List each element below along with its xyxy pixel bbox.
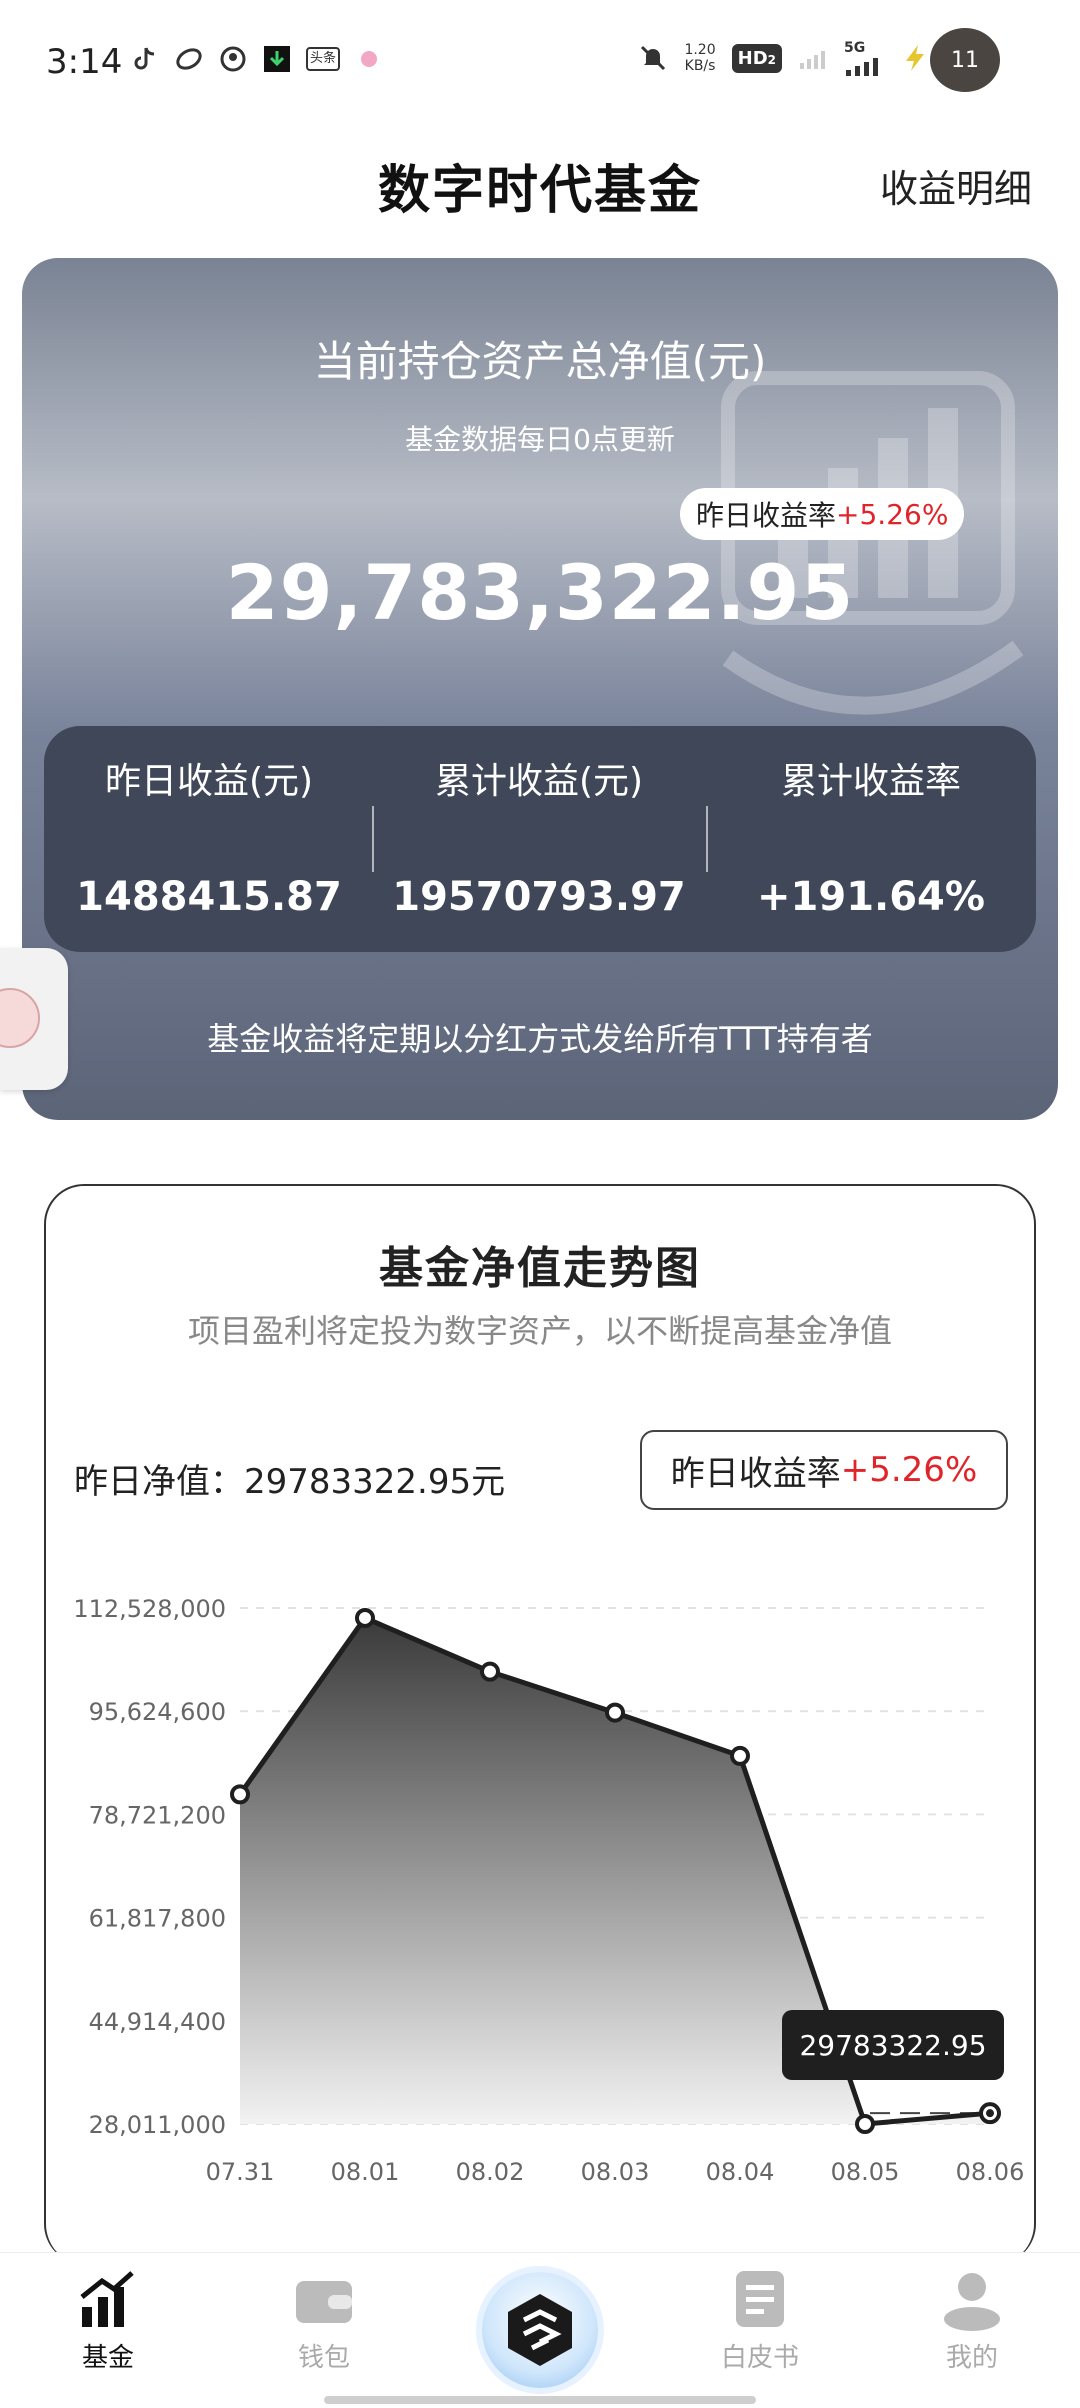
stat-label: 累计收益(元)	[434, 761, 644, 802]
mascot-icon	[0, 988, 40, 1048]
nav-item-wallet[interactable]: 钱包	[254, 2267, 394, 2374]
nav-item-whitepaper[interactable]: 白皮书	[690, 2267, 830, 2374]
wallet-icon	[296, 2281, 352, 2323]
stat-label: 累计收益率	[780, 761, 961, 802]
nav-label: 白皮书	[720, 2343, 799, 2373]
rate-label: 昨日收益率	[670, 1453, 841, 1494]
chart-title: 基金净值走势图	[379, 1243, 701, 1294]
yesterday-rate-box: 昨日收益率 +5.26%	[640, 1430, 1008, 1510]
asset-subtitle: 基金数据每日0点更新	[405, 423, 675, 456]
chart-tooltip: 29783322.95	[782, 2010, 1004, 2080]
logo-icon	[508, 2294, 572, 2366]
nav-value: 29783322.95元	[244, 1462, 506, 1502]
hd-icon: HD2	[731, 43, 782, 73]
nav-label: 我的	[945, 2343, 998, 2373]
app-icon	[220, 46, 246, 72]
status-bar: 3:14 头条 1.20 KB/s HD2 5G 11	[0, 0, 1080, 120]
nav-label: 基金	[81, 2343, 134, 2373]
tiktok-icon	[134, 47, 155, 70]
floating-side-tab[interactable]	[0, 948, 68, 1090]
home-indicator	[324, 2396, 756, 2404]
nav-item-mine[interactable]: 我的	[902, 2267, 1042, 2374]
center-logo-button[interactable]	[482, 2272, 598, 2388]
avatar[interactable]: 11	[930, 28, 1000, 92]
stat-cumulative-income: 累计收益(元) 19570793.97	[374, 726, 704, 952]
yesterday-rate-pill: 昨日收益率 +5.26%	[680, 488, 965, 540]
net-speed: 1.20 KB/s	[684, 42, 716, 74]
rate-value: +5.26%	[840, 1450, 978, 1490]
signal-strong-icon	[846, 58, 878, 76]
signal-5g: 5G	[844, 40, 884, 76]
rate-label: 昨日收益率	[696, 499, 837, 532]
toutiao-icon: 头条	[306, 47, 340, 71]
header: 数字时代基金 收益明细	[0, 120, 1080, 250]
dividend-note: 基金收益将定期以分红方式发给所有TTT持有者	[207, 1020, 873, 1058]
asset-card: 当前持仓资产总净值(元) 基金数据每日0点更新 昨日收益率 +5.26% 29,7…	[22, 258, 1058, 1120]
dot-icon	[361, 51, 377, 67]
document-icon	[736, 2271, 784, 2327]
stat-value: +191.64%	[757, 874, 985, 920]
stat-value: 19570793.97	[392, 874, 686, 920]
chart-bars-icon	[80, 2271, 134, 2327]
rate-value: +5.26%	[836, 497, 949, 531]
yesterday-nav: 昨日净值：29783322.95元	[74, 1454, 505, 1503]
status-left-icons: 头条	[130, 44, 384, 74]
stat-value: 1488415.87	[76, 874, 342, 920]
status-right-icons: 1.20 KB/s HD2 5G	[638, 40, 930, 76]
chart-subtitle: 项目盈利将定投为数字资产，以不断提高基金净值	[187, 1312, 892, 1350]
battery-charging-icon	[906, 45, 924, 71]
stat-yesterday-income: 昨日收益(元) 1488415.87	[44, 726, 374, 952]
income-detail-link[interactable]: 收益明细	[880, 158, 1032, 213]
chart-card: 基金净值走势图 项目盈利将定投为数字资产，以不断提高基金净值 昨日净值：2978…	[44, 1184, 1036, 2264]
signal-weak-icon	[800, 51, 825, 69]
mute-bell-icon	[641, 45, 666, 71]
stat-cumulative-rate: 累计收益率 +191.64%	[706, 726, 1036, 952]
total-asset-value: 29,783,322.95	[225, 548, 855, 637]
download-icon	[264, 46, 290, 72]
nav-label: 昨日净值：	[74, 1462, 244, 1502]
stats-box: 昨日收益(元) 1488415.87 累计收益(元) 19570793.97 累…	[44, 726, 1036, 952]
nav-item-fund[interactable]: 基金	[38, 2267, 178, 2374]
stat-label: 昨日收益(元)	[104, 761, 314, 802]
app-icon	[176, 48, 202, 70]
nav-label: 钱包	[297, 2343, 350, 2373]
status-time: 3:14	[46, 42, 123, 82]
asset-title: 当前持仓资产总净值(元)	[313, 337, 767, 386]
user-icon	[944, 2273, 1000, 2331]
